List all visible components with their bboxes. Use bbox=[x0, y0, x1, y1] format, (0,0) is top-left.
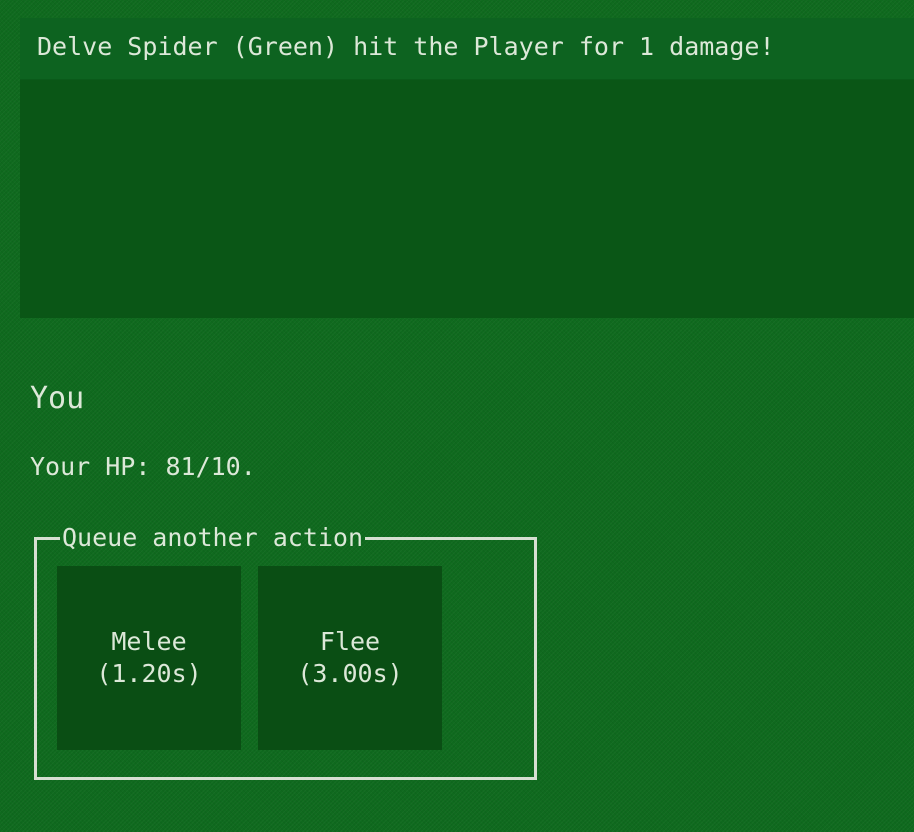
flee-time: (3.00s) bbox=[297, 659, 403, 688]
player-hp-text: Your HP: 81/10. bbox=[30, 452, 256, 481]
melee-label: Melee bbox=[111, 627, 187, 656]
flee-label: Flee bbox=[319, 627, 381, 656]
melee-time: (1.20s) bbox=[96, 659, 202, 688]
player-heading: You bbox=[30, 381, 85, 416]
game-screen: Delve Spider (Green) hit the Player for … bbox=[0, 0, 914, 832]
flee-button[interactable]: Flee (3.00s) bbox=[258, 566, 442, 750]
log-entry: Delve Spider (Green) hit the Player for … bbox=[20, 18, 914, 80]
combat-log[interactable]: Delve Spider (Green) hit the Player for … bbox=[20, 18, 914, 318]
action-queue-legend: Queue another action bbox=[62, 523, 364, 552]
melee-button[interactable]: Melee (1.20s) bbox=[57, 566, 241, 750]
